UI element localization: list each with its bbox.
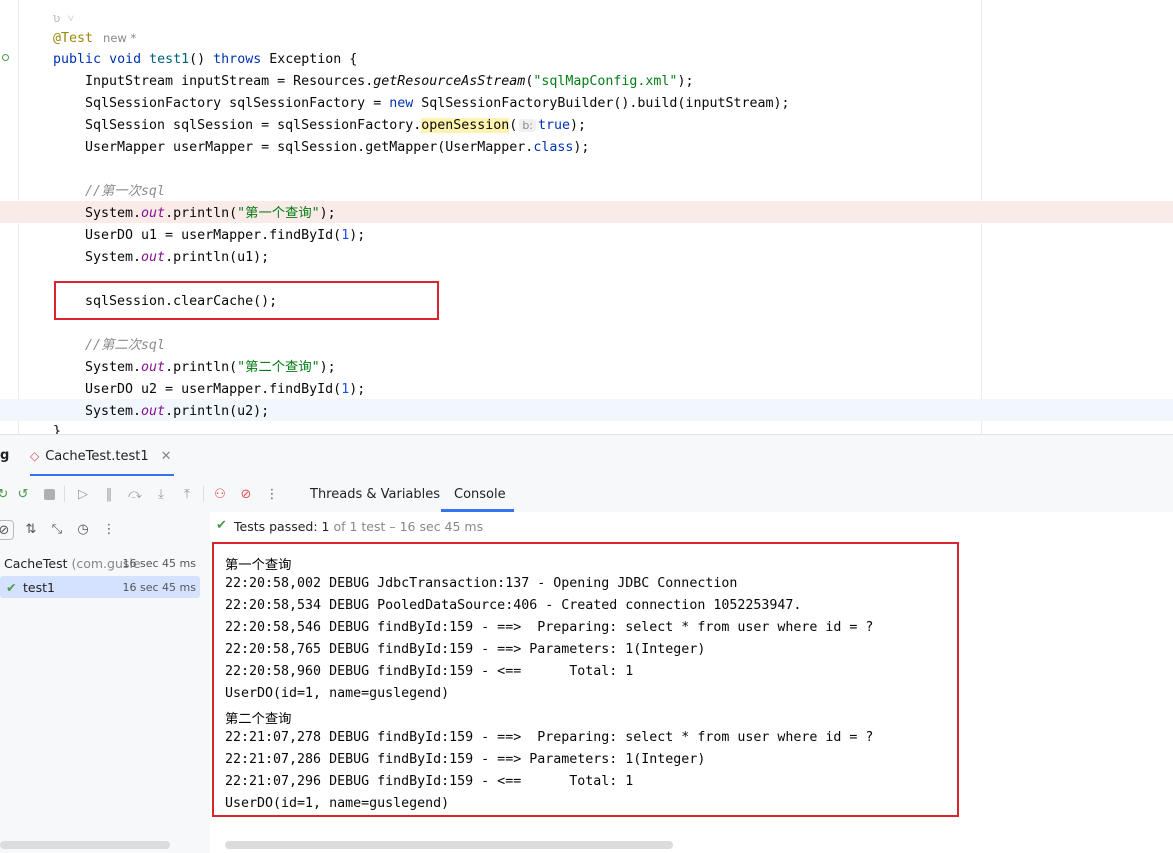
comment-text: //第二次sql: [85, 338, 165, 353]
comment-line: //第一次sql: [0, 181, 1173, 203]
more-icon[interactable]: ⋮: [100, 520, 118, 538]
code-line: SqlSessionFactory sqlSessionFactory = ne…: [0, 93, 1173, 115]
code-line: SqlSession sqlSession = sqlSessionFactor…: [0, 115, 1173, 137]
check-icon: ✔: [216, 518, 227, 533]
code-line: }: [0, 421, 1173, 434]
pause-icon[interactable]: ‖: [100, 485, 118, 503]
debug-tabbar: g ◇ CacheTest.test1 ✕: [0, 434, 1173, 477]
test-suite-row[interactable]: CacheTest (com.gusle 16 sec 45 ms: [0, 552, 200, 574]
toolbar-divider: [64, 486, 65, 502]
step-out-icon[interactable]: ⤒: [178, 485, 196, 503]
test-tree-pane: ⊘ ⇅ ⤡ ◷ ⋮ CacheTest (com.gusle 16 sec 45…: [0, 512, 210, 853]
close-icon[interactable]: ✕: [161, 449, 172, 464]
code-text: SqlSession sqlSession = sqlSessionFactor…: [85, 118, 587, 133]
run-tab-label: CacheTest.test1: [45, 448, 149, 464]
horizontal-scrollbar[interactable]: [225, 841, 673, 849]
annotation-line: @Test new *: [0, 27, 1173, 49]
code-line: UserDO u1 = userMapper.findById(1);: [0, 225, 1173, 247]
test-duration: 16 sec 45 ms: [122, 581, 196, 594]
parameter-hint: b:: [519, 119, 537, 132]
code-text: public void test1() throws Exception {: [53, 52, 358, 67]
code-text: }: [53, 424, 62, 434]
show-passed-icon[interactable]: ⊘: [0, 520, 14, 540]
suite-duration: 16 sec 45 ms: [122, 557, 196, 570]
check-icon: ✔: [6, 580, 17, 595]
resume-icon[interactable]: ▷: [74, 485, 92, 503]
code-line: UserMapper userMapper = sqlSession.getMa…: [0, 137, 1173, 159]
stop-icon[interactable]: [40, 485, 58, 503]
comment-text: //第一次sql: [85, 184, 165, 199]
code-text: SqlSessionFactory sqlSessionFactory = ne…: [85, 96, 790, 111]
run-gutter-icon[interactable]: [2, 54, 9, 61]
code-line: UserDO u2 = userMapper.findById(1);: [0, 379, 1173, 401]
author-hint-icon[interactable]: ʋ ˅: [53, 10, 74, 26]
code-editor[interactable]: ʋ ˅ @Test new * public void test1() throw…: [0, 0, 1173, 434]
more-icon[interactable]: ⋮: [263, 485, 281, 503]
code-line: System.out.println("第二个查询");: [0, 357, 1173, 379]
console-output[interactable]: 第一个查询 22:20:58,002 DEBUG JdbcTransaction…: [210, 542, 1173, 853]
collapse-icon[interactable]: ⤡: [48, 520, 66, 538]
code-text: System.out.println(u2);: [85, 404, 270, 419]
breakpoint-line: System.out.println("第一个查询");: [0, 201, 1173, 223]
code-text: UserMapper userMapper = sqlSession.getMa…: [85, 140, 590, 155]
step-over-icon[interactable]: ⤼: [126, 485, 144, 503]
run-tab[interactable]: ◇ CacheTest.test1 ✕: [30, 435, 172, 477]
highlight-box: [212, 542, 959, 817]
rerun-icon[interactable]: ↻: [0, 485, 12, 503]
suite-label: CacheTest (com.gusle: [4, 556, 141, 571]
rerun-failed-icon[interactable]: ↺: [14, 485, 32, 503]
sort-icon[interactable]: ⇅: [22, 520, 40, 538]
code-text: UserDO u2 = userMapper.findById(1);: [85, 382, 366, 397]
comment-line: //第二次sql: [0, 335, 1173, 357]
author-hint-line: ʋ ˅: [0, 7, 1173, 29]
code-line: InputStream inputStream = Resources.getR…: [0, 71, 1173, 93]
test-annotation: @Test: [53, 31, 94, 46]
code-text: InputStream inputStream = Resources.getR…: [85, 74, 694, 89]
tool-window-title[interactable]: g: [0, 448, 9, 463]
view-breakpoints-icon[interactable]: ⚇: [211, 485, 229, 503]
code-text: UserDO u1 = userMapper.findById(1);: [85, 228, 366, 243]
test-config-icon: ◇: [30, 449, 40, 463]
author-meta[interactable]: new *: [103, 31, 136, 45]
method-signature-line: public void test1() throws Exception {: [0, 49, 1173, 71]
code-text: @Test new *: [53, 30, 136, 47]
code-line: System.out.println(u1);: [0, 247, 1173, 269]
mute-breakpoints-icon[interactable]: ⊘: [237, 485, 255, 503]
code-text: System.out.println("第二个查询");: [85, 360, 336, 375]
current-line: System.out.println(u2);: [0, 399, 1173, 421]
code-text: System.out.println(u1);: [85, 250, 270, 265]
debug-toolbar: ↻ ↺ ▷ ‖ ⤼ ⤓ ⤒ ⚇ ⊘ ⋮ Threads & Variables …: [0, 476, 1173, 512]
status-text: Tests passed: 1 of 1 test – 16 sec 45 ms: [234, 519, 484, 534]
test-label: test1: [23, 580, 55, 595]
horizontal-scrollbar[interactable]: [0, 841, 170, 849]
tab-console[interactable]: Console: [454, 476, 506, 512]
tab-threads-variables[interactable]: Threads & Variables: [310, 476, 440, 512]
highlight-box: [54, 281, 439, 320]
test-tree-toolbar: ⊘ ⇅ ⤡ ◷ ⋮: [0, 512, 210, 546]
step-into-icon[interactable]: ⤓: [152, 485, 170, 503]
toolbar-divider: [203, 486, 204, 502]
code-text: System.out.println("第一个查询");: [85, 206, 336, 221]
history-icon[interactable]: ◷: [74, 520, 92, 538]
test-case-row[interactable]: ✔ test1 16 sec 45 ms: [0, 576, 200, 598]
